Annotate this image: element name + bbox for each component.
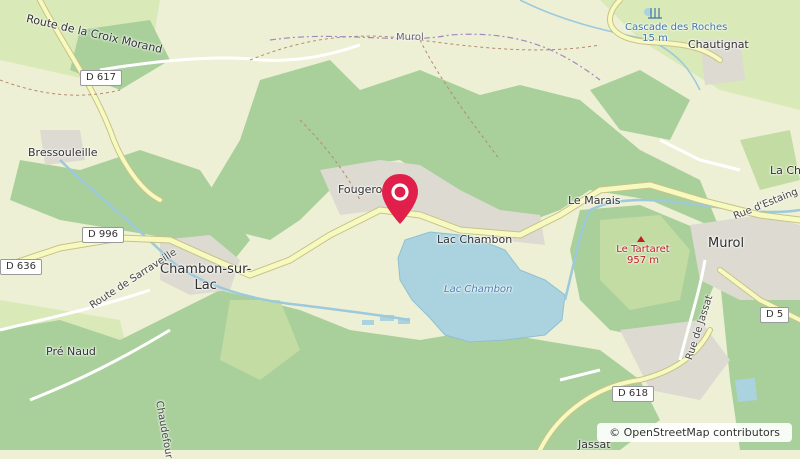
attribution[interactable]: © OpenStreetMap contributors <box>597 423 792 442</box>
cascade-name: Cascade des Roches <box>625 22 728 33</box>
label-chambon-sur-lac: Chambon-sur- Lac <box>160 262 251 294</box>
road-shield-d5: D 5 <box>760 307 790 323</box>
chambon-line1: Chambon-sur- <box>160 262 252 277</box>
label-pre-naud: Pré Naud <box>46 345 96 358</box>
label-lac-chambon-water: Lac Chambon <box>444 284 513 295</box>
location-pin-icon[interactable] <box>378 172 422 228</box>
label-chautignat: Chautignat <box>688 38 749 51</box>
label-lac-chambon-village: Lac Chambon <box>437 233 513 246</box>
road-shield-d636: D 636 <box>0 259 42 275</box>
label-cascade: Cascade des Roches 15 m <box>625 22 727 44</box>
label-bressouleille: Bressouleille <box>28 146 98 159</box>
road-shield-d996: D 996 <box>82 227 124 243</box>
tartaret-elevation: 957 m <box>626 255 659 266</box>
tartaret-name: Le Tartaret <box>616 244 670 255</box>
road-shield-d617: D 617 <box>80 70 122 86</box>
label-murol-top: Murol <box>396 32 424 43</box>
label-le-tartaret: Le Tartaret 957 m <box>612 244 674 266</box>
road-shield-d618: D 618 <box>612 386 654 402</box>
chambon-line2: Lac <box>194 278 217 293</box>
label-murol-town: Murol <box>708 236 745 251</box>
cascade-height: 15 m <box>642 33 668 44</box>
label-le-marais: Le Marais <box>568 194 621 207</box>
label-la-cha: La Cha <box>770 164 800 177</box>
